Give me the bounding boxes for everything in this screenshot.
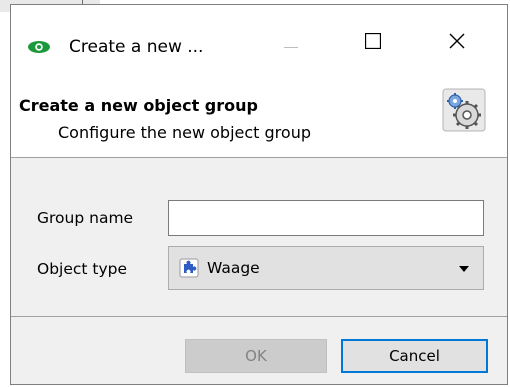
header-subtitle: Configure the new object group [58,123,311,142]
gear-settings-icon [441,87,487,133]
cancel-button[interactable]: Cancel [341,339,488,373]
dialog-footer: OK Cancel [11,317,507,384]
minimize-button[interactable] [266,22,316,64]
object-type-value: Waage [207,259,260,277]
dropdown-arrow-icon [459,266,469,272]
form-area: Group name Object type Waage [11,158,507,316]
puzzle-piece-icon [179,258,199,278]
maximize-icon [364,32,382,53]
object-type-label: Object type [37,260,128,278]
window-title: Create a new ... [69,37,204,57]
ok-button[interactable]: OK [185,339,327,373]
group-name-label: Group name [37,209,134,227]
object-type-select[interactable]: Waage [168,246,484,290]
close-icon [449,33,465,53]
dialog-header: Create a new object group Configure the … [11,77,507,157]
header-title: Create a new object group [19,96,258,115]
eye-app-icon [27,39,51,58]
minimize-icon [284,34,298,53]
close-button[interactable] [432,22,482,64]
dialog-window: Create a new ... Create a new object gro… [10,4,508,385]
group-name-input[interactable] [168,200,484,236]
maximize-button[interactable] [348,22,398,64]
title-bar[interactable]: Create a new ... [11,5,507,73]
